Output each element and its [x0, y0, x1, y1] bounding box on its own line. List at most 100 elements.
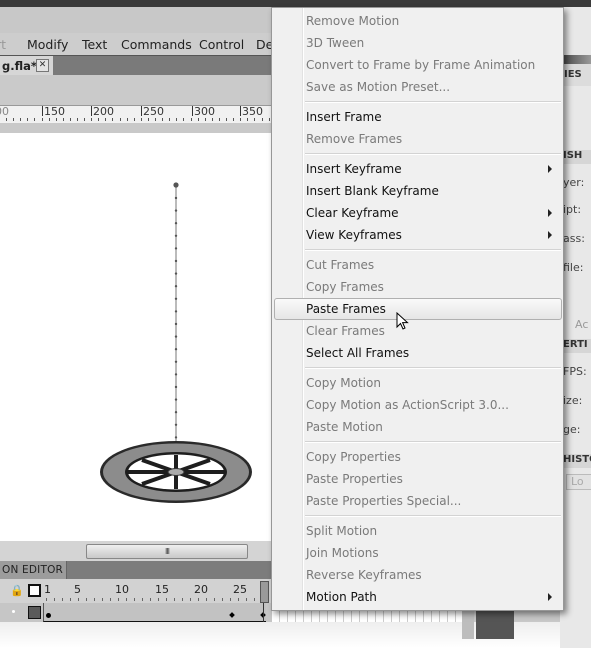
- motion-path-frame-dot: [174, 348, 178, 351]
- frame-tick: [206, 598, 207, 601]
- menu-item-view-keyframes[interactable]: View Keyframes: [272, 224, 563, 246]
- menu-item-label: Reverse Keyframes: [306, 568, 422, 582]
- menu-item-label: Copy Frames: [306, 280, 384, 294]
- field-label: ass:: [563, 232, 585, 245]
- menu-item-paste-frames[interactable]: Paste Frames: [274, 298, 562, 320]
- document-tab-label: g.fla*: [2, 59, 37, 73]
- menu-item-clear-frames[interactable]: Clear Frames: [272, 320, 563, 342]
- close-icon[interactable]: ✕: [36, 59, 49, 72]
- frame-tick: [246, 598, 247, 601]
- frame-number: 20: [194, 583, 208, 596]
- motion-path-dots: [174, 196, 178, 452]
- frame-tick: [94, 598, 95, 601]
- menu-item-label: Insert Frame: [306, 110, 382, 124]
- ruler-tick: [84, 118, 85, 121]
- motion-path-frame-dot: [174, 259, 178, 263]
- frame-tick: [78, 598, 79, 601]
- history-button[interactable]: Lo: [566, 474, 591, 490]
- menu-item-label: Join Motions: [306, 546, 379, 560]
- motion-path-start-keyframe[interactable]: [173, 182, 179, 188]
- menu-item-paste-motion[interactable]: Paste Motion: [272, 416, 563, 438]
- motion-path-frame-dot: [174, 310, 178, 313]
- outline-icon[interactable]: [28, 584, 41, 597]
- menu-item-label: Paste Motion: [306, 420, 383, 434]
- menu-separator: [305, 441, 561, 443]
- properties-panel-header: [560, 55, 591, 64]
- menu-item-remove-frames[interactable]: Remove Frames: [272, 128, 563, 150]
- tab-properties[interactable]: IES: [563, 64, 591, 86]
- frame-tick: [70, 598, 71, 601]
- frame-tick: [54, 598, 55, 601]
- section-properties[interactable]: ERTI: [563, 339, 591, 353]
- menu-item-insert-keyframe[interactable]: Insert Keyframe: [272, 158, 563, 180]
- menu-bar: rt Modify Text Commands Control De: [0, 33, 273, 55]
- section-history[interactable]: HISTO: [563, 454, 591, 468]
- menu-separator: [305, 153, 561, 155]
- menu-item-paste-properties-special[interactable]: Paste Properties Special...: [272, 490, 563, 512]
- ruler-tick: [105, 118, 106, 121]
- menu-item-label: Copy Motion as ActionScript 3.0...: [306, 398, 509, 412]
- menu-item-insert-blank-keyframe[interactable]: Insert Blank Keyframe: [272, 180, 563, 202]
- ruler-tick: [233, 118, 234, 121]
- menu-item-convert-to-frame-by-frame-animation[interactable]: Convert to Frame by Frame Animation: [272, 54, 563, 76]
- frame-tick: [254, 598, 255, 601]
- menu-item-label: Copy Motion: [306, 376, 381, 390]
- playhead[interactable]: [260, 581, 269, 603]
- start-keyframe-icon[interactable]: [46, 613, 51, 618]
- menu-item-label: Remove Motion: [306, 14, 400, 28]
- menu-item-select-all-frames[interactable]: Select All Frames: [272, 342, 563, 364]
- ruler-tick: [219, 118, 220, 121]
- ruler-tick: [269, 118, 270, 121]
- edit-bar: [0, 75, 272, 105]
- ruler-tick: [183, 118, 184, 121]
- tween-span[interactable]: [43, 603, 266, 622]
- menu-item-cut-frames[interactable]: Cut Frames: [272, 254, 563, 276]
- wheel-symbol[interactable]: [100, 441, 252, 503]
- ruler-label: 250: [141, 105, 164, 118]
- frame-tick: [166, 598, 167, 601]
- menu-item-reverse-keyframes[interactable]: Reverse Keyframes: [272, 564, 563, 586]
- stage-ruler: 00 150 200 250 300 350: [0, 105, 272, 124]
- scrollbar-thumb[interactable]: III: [86, 544, 248, 559]
- menu-item-label: Clear Keyframe: [306, 206, 399, 220]
- menu-item-split-motion[interactable]: Split Motion: [272, 520, 563, 542]
- section-publish[interactable]: ISH: [563, 150, 591, 164]
- menu-commands[interactable]: Commands: [121, 37, 192, 52]
- ruler-tick: [162, 118, 163, 121]
- menu-insert[interactable]: rt: [0, 37, 6, 52]
- menu-item-clear-keyframe[interactable]: Clear Keyframe: [272, 202, 563, 224]
- field-label: yer:: [563, 176, 585, 189]
- menu-item-label: Select All Frames: [306, 346, 410, 360]
- menu-control[interactable]: Control: [199, 37, 244, 52]
- menu-item-save-as-motion-preset[interactable]: Save as Motion Preset...: [272, 76, 563, 98]
- stage[interactable]: [0, 133, 272, 543]
- property-keyframe-icon[interactable]: [229, 612, 235, 618]
- menu-item-copy-properties[interactable]: Copy Properties: [272, 446, 563, 468]
- ruler-tick: [148, 118, 149, 121]
- menu-item-copy-motion-as-actionscript-3-0[interactable]: Copy Motion as ActionScript 3.0...: [272, 394, 563, 416]
- visibility-dot-icon[interactable]: [12, 610, 15, 613]
- menu-item-copy-frames[interactable]: Copy Frames: [272, 276, 563, 298]
- menu-modify[interactable]: Modify: [27, 37, 68, 52]
- timeline-frame-ruler[interactable]: 🔒 1 5 10 15 20 25: [0, 579, 272, 603]
- tab-motion-editor[interactable]: ON EDITOR: [0, 561, 67, 579]
- lock-icon[interactable]: 🔒: [10, 584, 24, 597]
- ruler-tick: [42, 118, 43, 121]
- menu-item-insert-frame[interactable]: Insert Frame: [272, 106, 563, 128]
- ruler-tick: [176, 118, 177, 121]
- menu-item-label: Copy Properties: [306, 450, 401, 464]
- menu-item-paste-properties[interactable]: Paste Properties: [272, 468, 563, 490]
- menu-item-copy-motion[interactable]: Copy Motion: [272, 372, 563, 394]
- menu-item-3d-tween[interactable]: 3D Tween: [272, 32, 563, 54]
- menu-item-join-motions[interactable]: Join Motions: [272, 542, 563, 564]
- motion-path-frame-dot: [174, 297, 178, 300]
- tab-motion-editor-label: ON EDITOR: [2, 564, 64, 576]
- frame-tick: [230, 598, 231, 601]
- menu-item-remove-motion[interactable]: Remove Motion: [272, 10, 563, 32]
- menu-item-label: Motion Path: [306, 590, 377, 604]
- frame-number: 15: [155, 583, 169, 596]
- mouse-cursor-icon: [396, 312, 409, 330]
- menu-item-motion-path[interactable]: Motion Path: [272, 586, 563, 608]
- layer-color-icon[interactable]: [28, 606, 41, 619]
- menu-text[interactable]: Text: [82, 37, 107, 52]
